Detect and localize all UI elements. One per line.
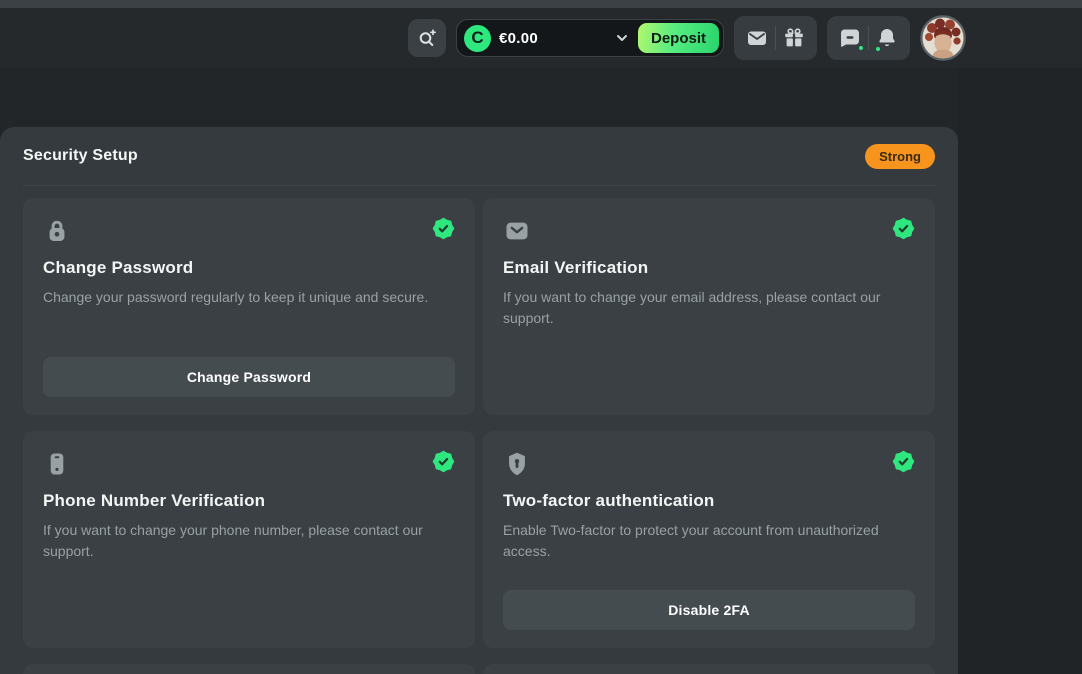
- card-partial-right: [483, 664, 935, 674]
- balance-selector[interactable]: C €0.00 Deposit: [456, 19, 724, 57]
- card-email-verification: Email Verification If you want to change…: [483, 198, 935, 415]
- card-description: If you want to change your phone number,…: [43, 520, 455, 563]
- change-password-button[interactable]: Change Password: [43, 357, 455, 397]
- coin-icon: C: [464, 25, 491, 52]
- card-phone-verification: Phone Number Verification If you want to…: [23, 431, 475, 648]
- mail-button[interactable]: [739, 20, 775, 56]
- page-content: Security Setup Strong: [0, 68, 1082, 674]
- verified-badge-icon: [892, 217, 915, 240]
- card-description: Enable Two-factor to protect your accoun…: [503, 520, 915, 563]
- deposit-button[interactable]: Deposit: [638, 23, 719, 53]
- security-setup-panel: Security Setup Strong: [0, 127, 958, 674]
- card-description: If you want to change your email address…: [503, 287, 915, 330]
- page-title: Security Setup: [23, 147, 138, 165]
- shield-keyhole-icon: [503, 450, 531, 478]
- bell-button[interactable]: [869, 20, 905, 56]
- page-gutter: [958, 68, 1082, 674]
- chat-button[interactable]: [832, 20, 868, 56]
- card-title: Phone Number Verification: [43, 491, 455, 511]
- chat-status-dot: [857, 44, 865, 52]
- bell-status-dot: [874, 45, 882, 53]
- top-edge-strip: [0, 0, 1082, 8]
- avatar[interactable]: [920, 15, 966, 61]
- verified-badge-icon: [432, 217, 455, 240]
- card-description: Change your password regularly to keep i…: [43, 287, 455, 308]
- card-two-factor: Two-factor authentication Enable Two-fac…: [483, 431, 935, 648]
- disable-2fa-button[interactable]: Disable 2FA: [503, 590, 915, 630]
- chat-bell-group: [827, 16, 910, 60]
- security-cards-grid: Change Password Change your password reg…: [23, 198, 935, 674]
- card-title: Two-factor authentication: [503, 491, 915, 511]
- envelope-icon: [503, 217, 531, 245]
- card-partial-left: [23, 664, 475, 674]
- search-button[interactable]: [408, 19, 446, 57]
- mail-gift-group: [734, 16, 817, 60]
- card-change-password: Change Password Change your password reg…: [23, 198, 475, 415]
- chevron-down-icon: [614, 30, 630, 46]
- search-icon: [415, 26, 439, 50]
- phone-icon: [43, 450, 71, 478]
- top-navbar: C €0.00 Deposit: [0, 8, 1082, 68]
- avatar-image: [920, 15, 966, 61]
- password-strength-badge: Strong: [865, 144, 935, 169]
- verified-badge-icon: [432, 450, 455, 473]
- gift-button[interactable]: [776, 20, 812, 56]
- card-title: Email Verification: [503, 258, 915, 278]
- lock-icon: [43, 217, 71, 245]
- balance-amount: €0.00: [499, 30, 538, 47]
- mail-icon: [745, 26, 769, 50]
- gift-icon: [782, 26, 806, 50]
- card-title: Change Password: [43, 258, 455, 278]
- panel-header: Security Setup Strong: [23, 127, 935, 186]
- verified-badge-icon: [892, 450, 915, 473]
